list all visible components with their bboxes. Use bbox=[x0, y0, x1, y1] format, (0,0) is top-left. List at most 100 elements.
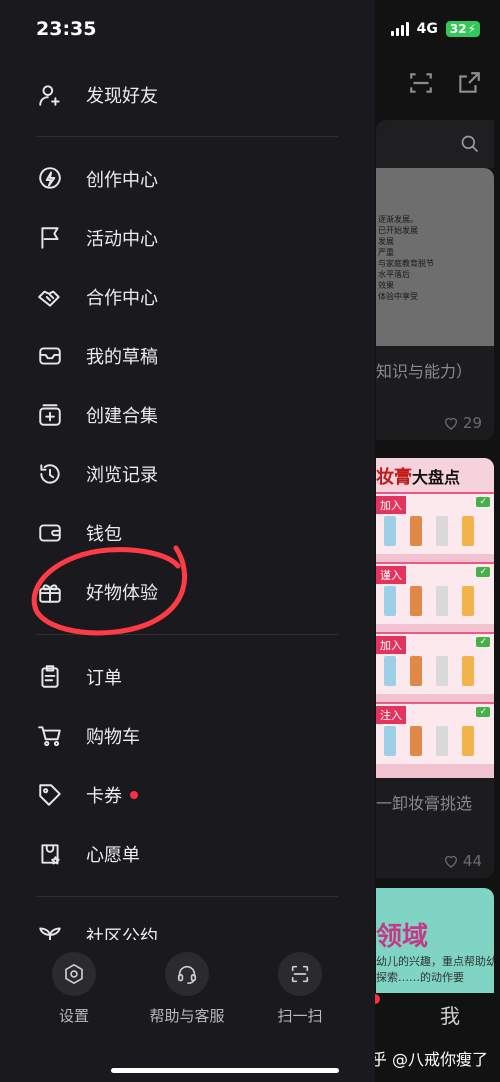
handshake-icon bbox=[36, 283, 64, 311]
row-tag: 注入 bbox=[376, 706, 406, 724]
card-image: 逐渐发展。 已开始发展 发展 严重 与家庭教育脱节 水平落后 效果 体验中享受 bbox=[376, 168, 494, 346]
card-image-text: 严重 bbox=[378, 248, 394, 257]
menu-item-cooperation-center[interactable]: 合作中心 bbox=[36, 277, 158, 317]
signal-icon bbox=[390, 22, 409, 36]
product-row: 加入 ✓ bbox=[376, 492, 494, 554]
card-image-text: 探索……的动作要 bbox=[376, 971, 464, 984]
menu-item-label: 创作中心 bbox=[86, 170, 158, 191]
divider bbox=[36, 896, 338, 897]
menu-item-find-friends[interactable]: 发现好友 bbox=[36, 75, 158, 115]
menu-item-wallet[interactable]: 钱包 bbox=[36, 513, 122, 553]
menu-item-good-products[interactable]: 好物体验 bbox=[36, 572, 158, 612]
help-label: 帮助与客服 bbox=[149, 1007, 225, 1025]
card-image-text: 体验中享受 bbox=[378, 292, 418, 301]
add-collection-icon bbox=[36, 401, 64, 429]
scan-label: 扫一扫 bbox=[277, 1007, 323, 1025]
settings-label: 设置 bbox=[58, 1007, 89, 1025]
menu-item-label: 活动中心 bbox=[86, 229, 158, 250]
card-title: 一卸妆膏挑选 bbox=[376, 794, 473, 813]
menu-item-label: 发现好友 bbox=[86, 86, 158, 107]
scan-icon[interactable] bbox=[408, 70, 434, 96]
search-icon bbox=[461, 135, 479, 153]
menu-item-label: 购物车 bbox=[86, 727, 140, 748]
side-drawer: 发现好友 创作中心 活动中心 合作中心 我的草稿 创建合集 浏览记录 钱包 好物… bbox=[0, 0, 375, 1082]
battery-level: 32 bbox=[449, 22, 467, 36]
row-badge: ✓ bbox=[476, 497, 490, 507]
product-row: 注入 ✓ bbox=[376, 702, 494, 764]
feed-search-bar[interactable] bbox=[376, 120, 494, 168]
menu-item-wishlist[interactable]: 心愿单 bbox=[36, 834, 140, 874]
gift-icon bbox=[36, 578, 64, 606]
menu-item-label: 订单 bbox=[86, 668, 122, 689]
heart-icon bbox=[444, 417, 457, 430]
gear-icon bbox=[65, 964, 83, 984]
menu-item-history[interactable]: 浏览记录 bbox=[36, 454, 158, 494]
menu-item-label: 我的草稿 bbox=[86, 347, 158, 368]
card-image-text: 与家庭教育脱节 bbox=[378, 259, 434, 268]
menu-item-coupons[interactable]: 卡券 bbox=[36, 775, 138, 815]
like-count[interactable]: 44 bbox=[443, 852, 482, 870]
status-time: 23:35 bbox=[36, 18, 97, 40]
feed-card[interactable]: 逐渐发展。 已开始发展 发展 严重 与家庭教育脱节 水平落后 效果 体验中享受 … bbox=[376, 168, 494, 440]
cart-icon bbox=[36, 722, 64, 750]
history-icon bbox=[36, 460, 64, 488]
divider bbox=[36, 634, 338, 635]
tab-me[interactable]: 我 bbox=[440, 1000, 460, 1029]
card-image-text: 逐渐发展。 bbox=[378, 215, 418, 224]
bolt-icon bbox=[36, 165, 64, 193]
coupon-red-dot bbox=[130, 791, 138, 799]
row-tag: 加入 bbox=[376, 636, 406, 654]
flag-icon bbox=[36, 224, 64, 252]
inbox-icon bbox=[36, 342, 64, 370]
row-badge: ✓ bbox=[476, 637, 490, 647]
menu-item-label: 心愿单 bbox=[86, 845, 140, 866]
wallet-icon bbox=[36, 519, 64, 547]
product-row: 加入 ✓ bbox=[376, 632, 494, 694]
feed-card[interactable]: 领域 幼儿的兴趣，重点帮助幼儿发 探索……的动作要 bbox=[376, 888, 494, 993]
menu-item-label: 钱包 bbox=[86, 524, 122, 545]
divider bbox=[36, 136, 338, 137]
wishlist-icon bbox=[36, 840, 64, 868]
menu-item-label: 卡券 bbox=[86, 786, 122, 807]
menu-item-orders[interactable]: 订单 bbox=[36, 657, 122, 697]
top-right-icons bbox=[408, 70, 482, 96]
menu-item-label: 浏览记录 bbox=[86, 465, 158, 486]
menu-item-label: 好物体验 bbox=[86, 583, 158, 604]
headset-icon bbox=[177, 965, 197, 984]
product-row: 谨入 ✓ bbox=[376, 562, 494, 624]
menu-item-cart[interactable]: 购物车 bbox=[36, 716, 140, 756]
card-image-text: 已开始发展 bbox=[378, 226, 418, 235]
menu-item-label: 合作中心 bbox=[86, 288, 158, 309]
share-out-icon[interactable] bbox=[456, 70, 482, 96]
help-circle bbox=[165, 952, 209, 996]
card-image-banner: 妆膏大盘点 bbox=[376, 458, 494, 492]
scan-circle bbox=[278, 952, 322, 996]
battery-icon: 32 ⚡ bbox=[445, 21, 480, 37]
help-service-button[interactable]: 帮助与客服 bbox=[132, 952, 242, 1026]
card-image: 妆膏大盘点 加入 ✓ 谨入 ✓ 加入 ✓ 注入 ✓ bbox=[376, 458, 494, 778]
heart-icon bbox=[444, 855, 457, 868]
settings-circle bbox=[52, 952, 96, 996]
banner-black-text: 大盘点 bbox=[412, 468, 461, 487]
menu-item-activity-center[interactable]: 活动中心 bbox=[36, 218, 158, 258]
scan-button[interactable]: 扫一扫 bbox=[245, 952, 355, 1026]
settings-button[interactable]: 设置 bbox=[19, 952, 129, 1026]
row-badge: ✓ bbox=[476, 567, 490, 577]
scan-icon bbox=[291, 965, 309, 983]
card-title: 知识与能力） bbox=[376, 362, 473, 381]
like-count-value: 29 bbox=[462, 414, 482, 432]
card-image-text: 效果 bbox=[378, 281, 394, 290]
like-count-value: 44 bbox=[462, 852, 482, 870]
status-indicators: 4G 32 ⚡ bbox=[390, 21, 480, 37]
card-image-text: 幼儿的兴趣，重点帮助幼儿发 bbox=[376, 955, 494, 968]
menu-item-create-collection[interactable]: 创建合集 bbox=[36, 395, 158, 435]
banner-red-text: 妆膏 bbox=[376, 467, 412, 488]
feed-card[interactable]: 妆膏大盘点 加入 ✓ 谨入 ✓ 加入 ✓ 注入 ✓ 一卸妆膏挑选 44 bbox=[376, 458, 494, 878]
menu-item-drafts[interactable]: 我的草稿 bbox=[36, 336, 158, 376]
menu-item-creation-center[interactable]: 创作中心 bbox=[36, 159, 158, 199]
order-icon bbox=[36, 663, 64, 691]
coupon-icon bbox=[36, 781, 64, 809]
drawer-bottom-bar: 设置 帮助与客服 扫一扫 bbox=[0, 940, 375, 1082]
network-type: 4G bbox=[416, 21, 438, 37]
like-count[interactable]: 29 bbox=[443, 414, 482, 432]
